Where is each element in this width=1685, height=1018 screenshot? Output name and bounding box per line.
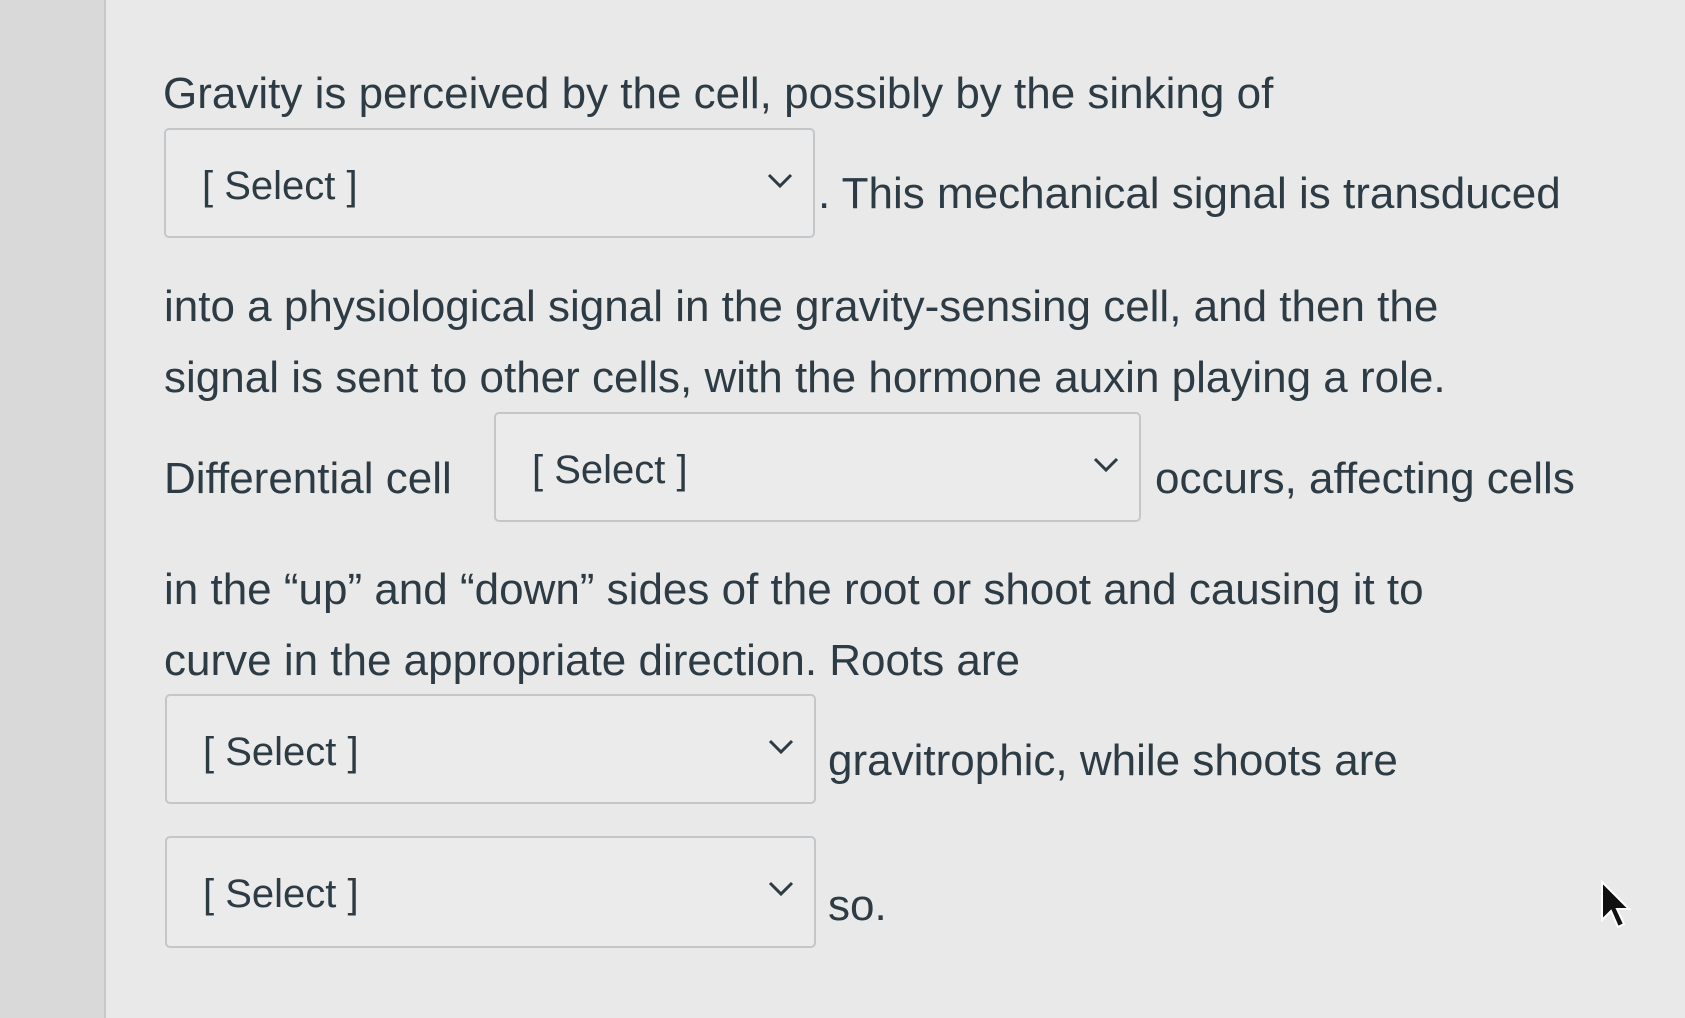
question-text-line-1: Gravity is perceived by the cell, possib…	[163, 69, 1274, 118]
question-text-line-6: in the “up” and “down” sides of the root…	[164, 565, 1424, 614]
question-text-line-4: signal is sent to other cells, with the …	[164, 353, 1446, 402]
question-text-line-9: so.	[828, 881, 887, 930]
dropdown-shoots-are[interactable]: [ Select ]	[165, 836, 816, 948]
dropdown-roots-are[interactable]: [ Select ]	[165, 694, 816, 804]
question-text-line-8: gravitrophic, while shoots are	[828, 736, 1398, 785]
dropdown-selected-value: [ Select ]	[202, 164, 358, 208]
dropdown-selected-value: [ Select ]	[203, 872, 359, 916]
question-text-line-3: into a physiological signal in the gravi…	[164, 282, 1439, 331]
mouse-cursor-icon	[1601, 880, 1632, 929]
chevron-down-icon	[768, 739, 794, 755]
dropdown-sinking-of[interactable]: [ Select ]	[164, 128, 815, 238]
dropdown-differential-cell[interactable]: [ Select ]	[494, 412, 1141, 522]
question-text-line-2: . This mechanical signal is transduced	[818, 169, 1561, 218]
chevron-down-icon	[767, 173, 793, 189]
dropdown-selected-value: [ Select ]	[532, 448, 688, 492]
left-margin	[0, 0, 104, 1018]
question-text-line-5-end: occurs, affecting cells	[1155, 454, 1575, 503]
question-text-line-5-start: Differential cell	[164, 454, 452, 503]
dropdown-selected-value: [ Select ]	[203, 730, 359, 774]
chevron-down-icon	[1093, 457, 1119, 473]
chevron-down-icon	[768, 881, 794, 897]
question-text-line-7: curve in the appropriate direction. Root…	[164, 636, 1021, 685]
